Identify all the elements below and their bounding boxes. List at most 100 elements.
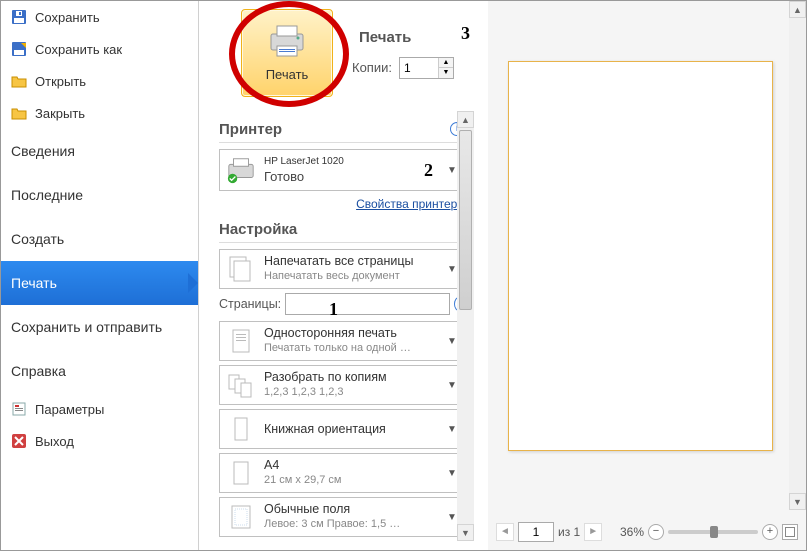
print-range-dropdown[interactable]: Напечатать все страницы Напечатать весь … [219,249,464,289]
zoom-thumb[interactable] [710,526,718,538]
copies-label: Копии: [352,60,392,75]
page-number-input[interactable] [518,522,554,542]
printer-section-title: Принтер [219,121,282,138]
margins-icon [226,502,256,532]
preview-statusbar: ◄ из 1 ► 36% − + [488,514,806,550]
close-folder-icon [11,105,27,121]
printer-name: HP LaserJet 1020 [264,156,416,168]
annotation-2: 2 [424,160,433,181]
chevron-down-icon: ▼ [447,336,457,347]
sidebar-item-create[interactable]: Создать [1,217,198,261]
scroll-up-button[interactable]: ▲ [789,1,806,18]
label: Открыть [35,74,86,89]
label: Справка [11,363,66,379]
sidebar-item-exit[interactable]: Выход [1,425,198,457]
label: Сохранить и отправить [11,319,162,335]
label: Закрыть [35,106,85,121]
label: Последние [11,187,83,203]
label: Создать [11,231,64,247]
copies-spinner[interactable]: ▲ ▼ [399,57,454,79]
paper-size-icon [226,458,256,488]
duplex-dropdown[interactable]: Односторонняя печать Печатать только на … [219,321,464,361]
label: Печать [11,275,57,291]
save-icon [11,9,27,25]
paper-size-dropdown[interactable]: A4 21 см x 29,7 см ▼ [219,453,464,493]
one-sided-icon [226,326,256,356]
copies-input[interactable] [400,58,438,78]
sidebar-item-recent[interactable]: Последние [1,173,198,217]
copies-up-button[interactable]: ▲ [439,58,453,68]
next-page-button[interactable]: ► [584,523,602,541]
pages-input[interactable] [285,293,450,315]
sidebar-item-save[interactable]: Сохранить [1,1,198,33]
label: Сведения [11,143,75,159]
range-sub: Напечатать весь документ [264,270,439,283]
label: Сохранить [35,10,100,25]
collate-dropdown[interactable]: Разобрать по копиям 1,2,3 1,2,3 1,2,3 ▼ [219,365,464,405]
zoom-label: 36% [620,525,644,539]
prev-page-button[interactable]: ◄ [496,523,514,541]
copies-down-button[interactable]: ▼ [439,68,453,78]
print-settings-panel: Печать Копии: ▲ ▼ 3 Печать Принтер i [199,1,474,550]
options-icon [11,401,27,417]
annotation-3: 3 [461,23,470,44]
sidebar-item-save-send[interactable]: Сохранить и отправить [1,305,198,349]
open-icon [11,73,27,89]
range-main: Напечатать все страницы [264,254,439,269]
label: Выход [35,434,74,449]
sidebar-item-close[interactable]: Закрыть [1,97,198,129]
page-of-label: из 1 [558,525,580,539]
zoom-out-button[interactable]: − [648,524,664,540]
margins-main: Обычные поля [264,502,439,517]
annotation-1: 1 [329,299,338,320]
chevron-down-icon: ▼ [447,468,457,479]
save-as-icon [11,41,27,57]
printer-status: Готово [264,169,416,185]
margins-sub: Левое: 3 см Правое: 1,5 … [264,518,439,531]
orientation-dropdown[interactable]: Книжная ориентация ▼ [219,409,464,449]
label: Сохранить как [35,42,122,57]
printer-icon [267,24,307,63]
collate-icon [226,370,256,400]
paper-main: A4 [264,458,439,473]
preview-scrollbar[interactable]: ▲ ▼ [789,1,806,510]
scroll-thumb[interactable] [459,130,472,310]
print-button[interactable]: Печать [241,9,333,97]
backstage-sidebar: Сохранить Сохранить как Открыть Закрыть … [1,1,199,550]
pages-all-icon [226,254,256,284]
sidebar-item-print[interactable]: Печать [1,261,198,305]
portrait-icon [226,414,256,444]
zoom-slider[interactable] [668,530,758,534]
chevron-down-icon: ▼ [447,380,457,391]
collate-sub: 1,2,3 1,2,3 1,2,3 [264,386,439,399]
zoom-fit-button[interactable] [782,524,798,540]
divider [219,142,464,143]
pages-label: Страницы: [219,297,281,311]
chevron-down-icon: ▼ [447,165,457,176]
chevron-down-icon: ▼ [447,264,457,275]
sidebar-item-options[interactable]: Параметры [1,393,198,425]
printer-dropdown[interactable]: HP LaserJet 1020 Готово 2 ▼ [219,149,464,191]
orientation-main: Книжная ориентация [264,422,439,437]
settings-scrollbar[interactable]: ▲ ▼ [457,111,474,541]
sidebar-item-open[interactable]: Открыть [1,65,198,97]
printer-properties-link[interactable]: Свойства принтера [356,197,464,211]
print-preview-pane: ▲ ▼ ◄ из 1 ► 36% − + [488,1,806,550]
duplex-sub: Печатать только на одной … [264,342,439,355]
print-section-title: Печать [359,29,411,46]
chevron-down-icon: ▼ [447,512,457,523]
print-button-label: Печать [266,67,309,82]
scroll-down-button[interactable]: ▼ [789,493,806,510]
exit-icon [11,433,27,449]
sidebar-item-info[interactable]: Сведения [1,129,198,173]
label: Параметры [35,402,104,417]
chevron-down-icon: ▼ [447,424,457,435]
sidebar-item-save-as[interactable]: Сохранить как [1,33,198,65]
scroll-up-button[interactable]: ▲ [457,111,474,128]
zoom-in-button[interactable]: + [762,524,778,540]
printer-device-icon [226,155,256,185]
paper-sub: 21 см x 29,7 см [264,474,439,487]
sidebar-item-help[interactable]: Справка [1,349,198,393]
scroll-down-button[interactable]: ▼ [457,524,474,541]
margins-dropdown[interactable]: Обычные поля Левое: 3 см Правое: 1,5 … ▼ [219,497,464,537]
